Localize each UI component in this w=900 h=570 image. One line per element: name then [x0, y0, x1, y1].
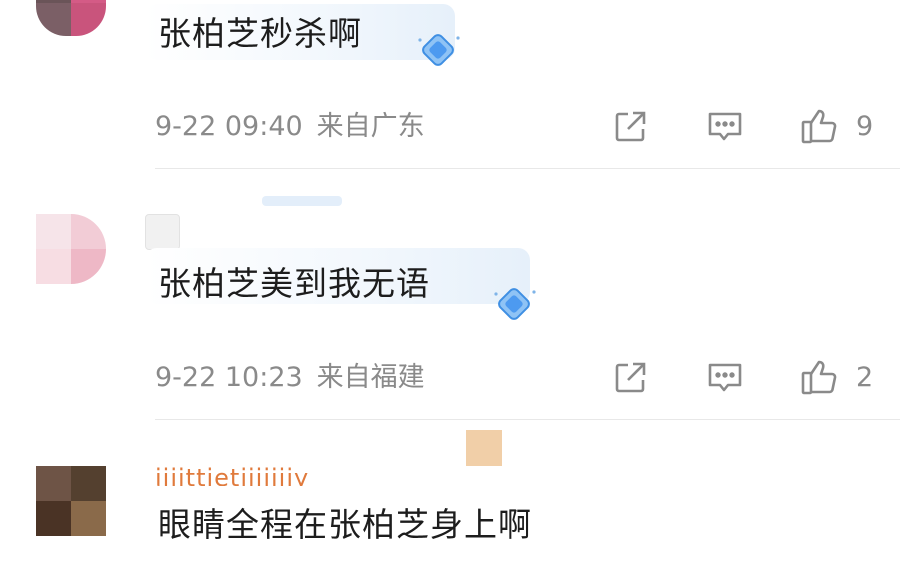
avatar[interactable]: [36, 466, 106, 536]
blurred-sticker: [466, 430, 502, 466]
nickname[interactable]: iiiittietiiiiiiiy: [155, 462, 309, 486]
comment-text: 眼睛全程在张柏芝身上啊: [158, 505, 532, 544]
comment-item-3: iiiittietiiiiiiiy 眼睛全程在张柏芝身上啊: [0, 0, 900, 570]
